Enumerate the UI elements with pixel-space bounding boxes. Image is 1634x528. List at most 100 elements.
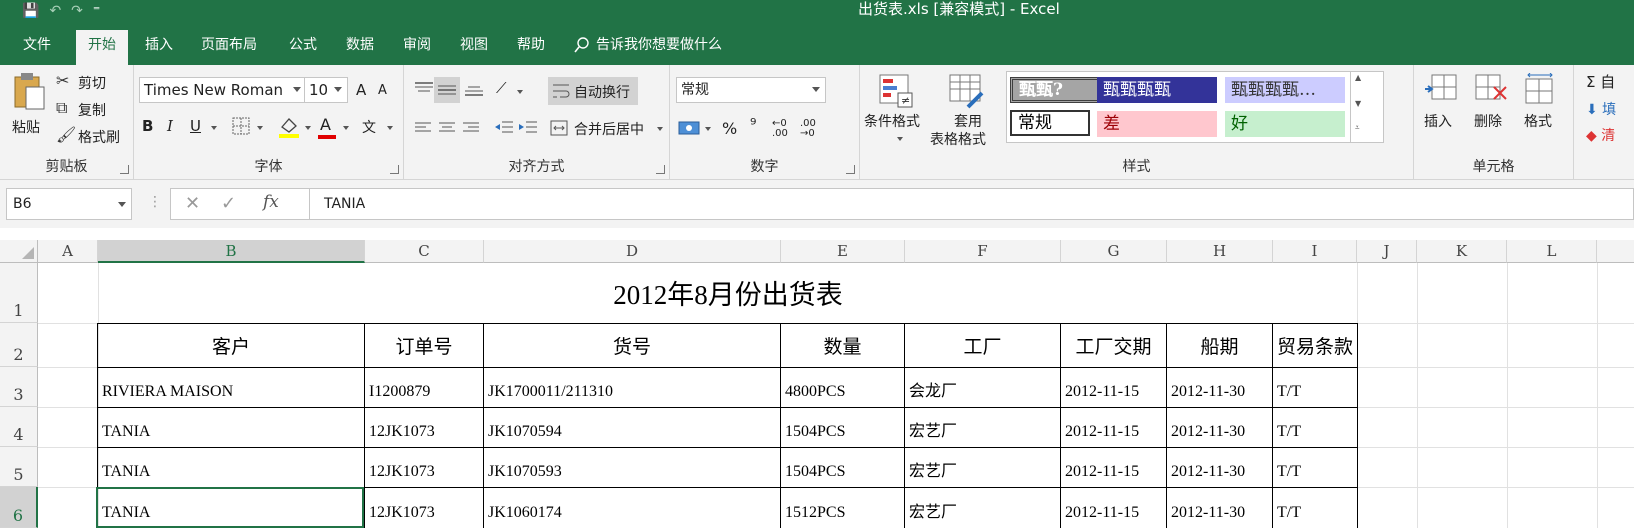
header-customer[interactable]: 客户 [98, 324, 364, 367]
table-cell[interactable]: 会龙厂 [905, 368, 1060, 407]
column-header-h[interactable]: H [1167, 240, 1273, 263]
chevron-down-icon[interactable] [657, 127, 663, 131]
formula-input[interactable]: TANIA [309, 188, 1634, 220]
gallery-scroll[interactable]: ▲ ▼ ⩡ [1350, 71, 1368, 143]
clipboard-launcher-icon[interactable] [120, 165, 129, 174]
tab-review[interactable]: 审阅 [394, 30, 440, 65]
column-header-m[interactable] [1597, 240, 1634, 263]
style-normal-cell[interactable]: 常规 [1010, 110, 1090, 136]
increase-decimal-icon[interactable]: ←0.00 [772, 119, 788, 139]
insert-function-icon[interactable]: fx [263, 192, 279, 212]
select-all-corner[interactable] [0, 240, 38, 263]
tab-data[interactable]: 数据 [337, 30, 383, 65]
table-cell[interactable]: T/T [1273, 408, 1357, 447]
table-cell[interactable]: 2012-11-15 [1061, 408, 1166, 447]
align-middle-button[interactable] [434, 77, 460, 103]
save-icon[interactable]: 💾 [22, 3, 39, 19]
column-header-i[interactable]: I [1273, 240, 1357, 263]
style-good-cell[interactable]: 好 [1225, 111, 1345, 137]
underline-button[interactable]: U [190, 117, 201, 135]
table-cell[interactable]: 12JK1073 [365, 408, 483, 447]
style-bad-cell[interactable]: 差 [1097, 111, 1217, 137]
number-format-select[interactable]: 常规 [676, 77, 826, 103]
clear-button[interactable]: ◆ 清 [1586, 125, 1615, 145]
tell-me-box[interactable]: 告诉我你想要做什么 [574, 30, 722, 60]
table-cell[interactable]: 1504PCS [781, 448, 904, 487]
table-cell[interactable]: TANIA [98, 408, 364, 447]
table-cell[interactable]: 2012-11-15 [1061, 488, 1166, 528]
align-center-icon[interactable] [438, 121, 456, 135]
table-cell[interactable]: 1504PCS [781, 408, 904, 447]
chevron-down-icon[interactable] [257, 126, 263, 130]
header-item-no[interactable]: 货号 [484, 324, 780, 367]
table-cell[interactable]: JK1700011/211310 [484, 368, 780, 407]
align-top-icon[interactable] [414, 81, 434, 97]
font-size-select[interactable]: 10 [304, 77, 348, 103]
table-cell[interactable]: RIVIERA MAISON [98, 368, 364, 407]
borders-icon[interactable] [232, 117, 250, 135]
italic-button[interactable]: I [167, 117, 173, 135]
header-order-no[interactable]: 订单号 [365, 324, 483, 367]
table-cell[interactable]: T/T [1273, 368, 1357, 407]
table-cell[interactable]: 1512PCS [781, 488, 904, 528]
style-note-cell[interactable]: 甄甄甄甄… [1225, 77, 1345, 103]
cut-button[interactable]: 剪切 [78, 73, 106, 93]
column-header-l[interactable]: L [1507, 240, 1597, 263]
align-bottom-icon[interactable] [464, 81, 484, 97]
row-header-2[interactable]: 2 [0, 323, 38, 367]
table-cell[interactable]: JK1070594 [484, 408, 780, 447]
header-factory[interactable]: 工厂 [905, 324, 1060, 367]
table-cell[interactable]: 宏艺厂 [905, 408, 1060, 447]
tab-home[interactable]: 开始 [76, 30, 128, 65]
row-header-1[interactable]: 1 [0, 263, 38, 323]
increase-indent-icon[interactable] [518, 120, 538, 136]
header-factory-date[interactable]: 工厂交期 [1061, 324, 1166, 367]
column-header-b[interactable]: B [98, 240, 365, 263]
column-header-c[interactable]: C [365, 240, 484, 263]
align-left-icon[interactable] [414, 121, 432, 135]
sheet-title[interactable]: 2012年8月份出货表 [98, 263, 1358, 323]
conditional-formatting-button[interactable]: ≠ 条件格式 [864, 71, 930, 151]
chevron-down-icon[interactable] [387, 126, 393, 130]
table-cell[interactable]: 宏艺厂 [905, 448, 1060, 487]
merge-center-button[interactable]: 合并后居中 [574, 119, 644, 139]
column-header-g[interactable]: G [1061, 240, 1167, 263]
row-header-3[interactable]: 3 [0, 367, 38, 407]
align-right-icon[interactable] [462, 121, 480, 135]
chevron-down-icon[interactable] [211, 126, 217, 130]
tab-formulas[interactable]: 公式 [280, 30, 326, 65]
column-header-f[interactable]: F [905, 240, 1061, 263]
font-color-button[interactable]: A [320, 115, 331, 134]
table-cell[interactable]: TANIA [98, 448, 364, 487]
header-trade-terms[interactable]: 贸易条款 [1273, 324, 1357, 367]
table-cell[interactable]: 2012-11-15 [1061, 368, 1166, 407]
bold-button[interactable]: B [142, 117, 153, 135]
tab-insert[interactable]: 插入 [136, 30, 182, 65]
font-launcher-icon[interactable] [390, 165, 399, 174]
chevron-down-icon[interactable] [705, 127, 711, 131]
header-ship-date[interactable]: 船期 [1167, 324, 1272, 367]
gallery-more-icon[interactable]: ⩡ [1355, 123, 1360, 133]
name-box[interactable]: B6 [6, 188, 132, 220]
copy-button[interactable]: 复制 [78, 100, 106, 120]
comma-button[interactable]: ⁹ [750, 115, 756, 134]
table-cell[interactable]: 宏艺厂 [905, 488, 1060, 528]
percent-button[interactable]: % [722, 119, 737, 138]
decrease-indent-icon[interactable] [494, 120, 514, 136]
table-cell[interactable]: JK1070593 [484, 448, 780, 487]
cancel-icon[interactable]: ✕ [185, 193, 200, 214]
tab-view[interactable]: 视图 [451, 30, 497, 65]
tab-file[interactable]: 文件 [14, 30, 60, 65]
number-launcher-icon[interactable] [846, 165, 855, 174]
table-cell[interactable]: 2012-11-30 [1167, 448, 1272, 487]
chevron-down-icon[interactable] [343, 126, 349, 130]
row-header-6[interactable]: 6 [0, 487, 38, 528]
table-cell[interactable]: T/T [1273, 448, 1357, 487]
scroll-down-icon[interactable]: ▼ [1355, 99, 1361, 108]
shrink-font-button[interactable]: A [378, 83, 387, 98]
format-cells-button[interactable]: 格式 [1518, 71, 1566, 151]
currency-icon[interactable] [678, 119, 700, 137]
customize-qat-icon[interactable]: ⁼ [93, 3, 100, 19]
table-cell[interactable]: 4800PCS [781, 368, 904, 407]
chevron-down-icon[interactable] [517, 90, 523, 94]
